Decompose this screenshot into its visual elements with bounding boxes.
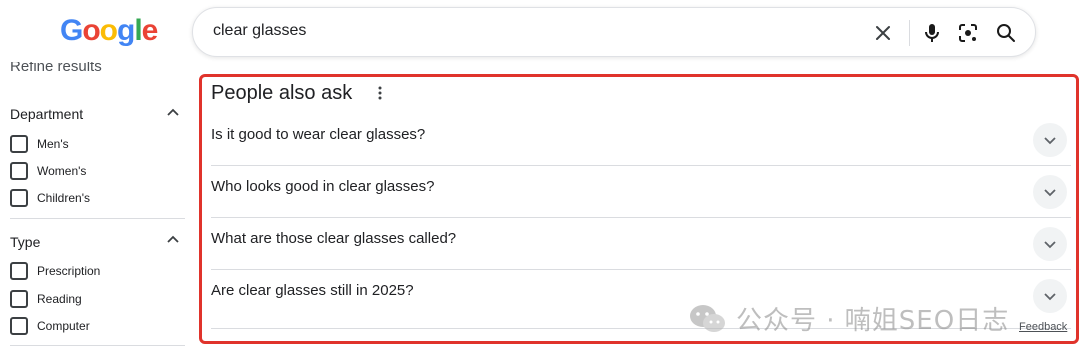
search-input[interactable] — [213, 22, 813, 40]
expand-button[interactable] — [1033, 175, 1067, 209]
paa-question[interactable]: What are those clear glasses called? — [211, 217, 1071, 269]
checkbox[interactable] — [10, 135, 28, 153]
section-title-type[interactable]: Type — [10, 234, 40, 250]
search-bar[interactable] — [192, 7, 1036, 57]
paa-title: People also ask — [211, 82, 353, 104]
checkbox[interactable] — [10, 317, 28, 335]
more-vert-icon[interactable] — [374, 85, 386, 101]
filter-prescription[interactable]: Prescription — [10, 261, 100, 281]
filter-computer[interactable]: Computer — [10, 316, 90, 336]
expand-button[interactable] — [1033, 227, 1067, 261]
chevron-down-icon — [1044, 189, 1056, 197]
mic-icon[interactable] — [920, 21, 944, 45]
chevron-up-icon[interactable] — [165, 232, 181, 248]
google-logo[interactable]: Google — [60, 14, 158, 48]
sidebar-divider — [10, 218, 185, 219]
chevron-down-icon — [1044, 241, 1056, 249]
checkbox[interactable] — [10, 189, 28, 207]
chevron-down-icon — [1044, 137, 1056, 145]
wechat-icon — [690, 304, 725, 332]
filter-womens[interactable]: Women's — [10, 161, 86, 181]
sidebar-divider — [10, 345, 185, 346]
section-title-department[interactable]: Department — [10, 106, 83, 122]
checkbox[interactable] — [10, 262, 28, 280]
filter-mens[interactable]: Men's — [10, 134, 69, 154]
feedback-link[interactable]: Feedback — [1019, 321, 1067, 333]
paa-question[interactable]: Is it good to wear clear glasses? — [211, 113, 1071, 165]
clear-icon[interactable] — [871, 21, 895, 45]
filter-reading[interactable]: Reading — [10, 289, 82, 309]
refine-title: Refine results — [10, 62, 102, 75]
chevron-up-icon[interactable] — [165, 105, 181, 121]
paa-question[interactable]: Who looks good in clear glasses? — [211, 165, 1071, 217]
checkbox[interactable] — [10, 162, 28, 180]
checkbox[interactable] — [10, 290, 28, 308]
expand-button[interactable] — [1033, 279, 1067, 313]
expand-button[interactable] — [1033, 123, 1067, 157]
lens-icon[interactable] — [956, 21, 980, 45]
watermark: 公众号 · 喃姐SEO日志 — [688, 300, 1009, 337]
chevron-down-icon — [1044, 293, 1056, 301]
filter-childrens[interactable]: Children's — [10, 188, 90, 208]
search-divider — [909, 20, 910, 46]
search-icon[interactable] — [994, 21, 1018, 45]
